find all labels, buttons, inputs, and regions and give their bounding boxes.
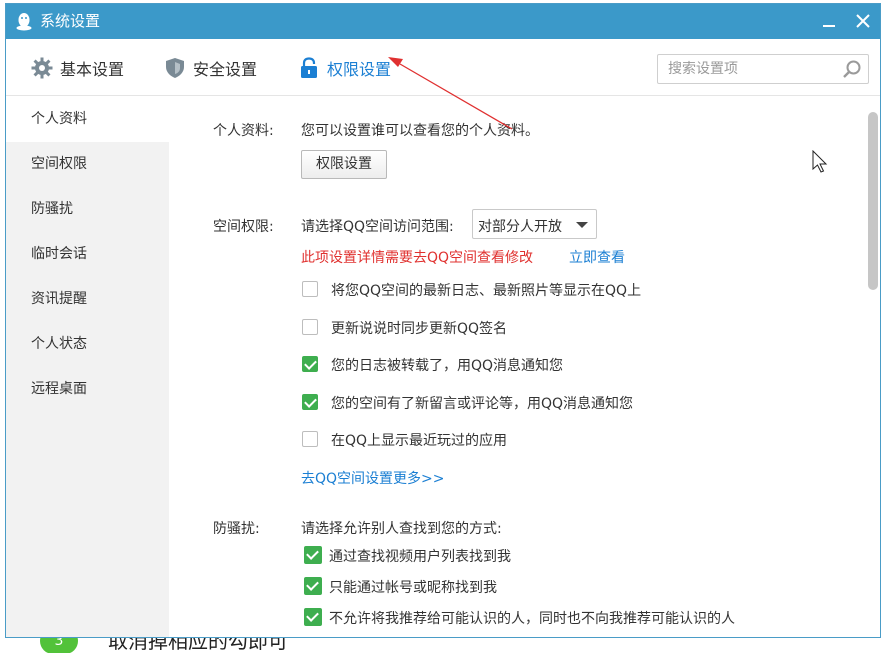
minimize-icon (823, 25, 835, 27)
space-access-select-value: 对部分人开放 (478, 219, 562, 235)
space-option-checkbox-3[interactable] (302, 394, 318, 410)
view-now-link[interactable]: 立即查看 (569, 247, 625, 267)
lock-icon (301, 57, 317, 78)
antiharass-option-label[interactable]: 通过查找视频用户列表找到我 (329, 546, 511, 566)
space-more-link[interactable]: 去QQ空间设置更多>> (301, 468, 445, 488)
antiharass-option-label[interactable]: 不允许将我推荐给可能认识的人，同时也不向我推荐可能认识的人 (329, 608, 735, 628)
sidebar-item-profile[interactable]: 个人资料 (6, 97, 169, 142)
antiharass-option-checkbox-0[interactable] (304, 546, 322, 564)
antiharass-prompt: 请选择允许别人查找到您的方式: (301, 521, 502, 537)
search-box (657, 54, 869, 84)
sidebar-item-remote-desktop[interactable]: 远程桌面 (6, 367, 169, 412)
space-notice: 此项设置详情需要去QQ空间查看修改 (301, 250, 534, 266)
title-bar[interactable]: 系统设置 (6, 4, 880, 39)
tab-label: 安全设置 (193, 60, 258, 79)
sidebar-item-space-permission[interactable]: 空间权限 (6, 142, 169, 187)
sidebar-item-personal-status[interactable]: 个人状态 (6, 322, 169, 367)
settings-toolbar: 基本设置 安全设置 权限设置 (6, 39, 880, 96)
antiharass-option-checkbox-2[interactable] (304, 608, 322, 626)
space-option-label[interactable]: 将您QQ空间的最新日志、最新照片等显示在QQ上 (331, 280, 641, 300)
background-page-strip: 3 取消掉相应的勾即可 (0, 638, 893, 653)
space-option-label[interactable]: 您的空间有了新留言或评论等，用QQ消息通知您 (331, 393, 633, 413)
mouse-cursor-icon (812, 150, 828, 173)
gear-icon (31, 57, 53, 79)
space-access-prompt: 请选择QQ空间访问范围: (301, 219, 454, 235)
search-input[interactable] (658, 55, 836, 83)
minimize-button[interactable] (818, 10, 840, 32)
window-title: 系统设置 (40, 12, 101, 30)
tab-label: 权限设置 (327, 60, 392, 79)
settings-window: 系统设置 基本设置 安全设置 权限设置 搜索设置项 个人资料 空间权限 防骚扰 … (5, 3, 881, 638)
space-section-label: 空间权限: (213, 219, 274, 235)
tab-security-settings[interactable]: 安全设置 (164, 56, 257, 80)
search-icon[interactable] (842, 59, 862, 79)
settings-content: 个人资料: 您可以设置谁可以查看您的个人资料。 权限设置 空间权限: 请选择QQ… (169, 97, 864, 637)
scrollbar-thumb[interactable] (868, 112, 878, 290)
qq-penguin-icon (16, 13, 32, 31)
space-option-checkbox-4[interactable] (302, 431, 318, 447)
space-option-checkbox-1[interactable] (302, 319, 318, 335)
sidebar-item-news-reminder[interactable]: 资讯提醒 (6, 277, 169, 322)
sidebar-item-temp-session[interactable]: 临时会话 (6, 232, 169, 277)
space-option-label[interactable]: 您的日志被转载了，用QQ消息通知您 (331, 355, 563, 375)
space-option-label[interactable]: 更新说说时同步更新QQ签名 (331, 318, 507, 338)
profile-permission-button[interactable]: 权限设置 (301, 150, 387, 179)
profile-section-label: 个人资料: (213, 123, 274, 139)
space-option-checkbox-0[interactable] (302, 281, 318, 297)
step-instruction-text: 取消掉相应的勾即可 (108, 638, 288, 653)
close-icon (856, 14, 870, 28)
profile-description: 您可以设置谁可以查看您的个人资料。 (301, 123, 539, 139)
tab-basic-settings[interactable]: 基本设置 (31, 56, 124, 80)
step-number-badge: 3 (40, 638, 78, 653)
sidebar-item-anti-harassment[interactable]: 防骚扰 (6, 187, 169, 232)
close-button[interactable] (852, 10, 874, 32)
antiharass-option-checkbox-1[interactable] (304, 577, 322, 595)
antiharass-section-label: 防骚扰: (213, 521, 260, 537)
settings-sidebar: 个人资料 空间权限 防骚扰 临时会话 资讯提醒 个人状态 远程桌面 (6, 97, 169, 637)
content-scrollbar[interactable] (864, 97, 880, 637)
antiharass-option-label[interactable]: 只能通过帐号或昵称找到我 (329, 577, 497, 597)
space-option-checkbox-2[interactable] (302, 356, 318, 372)
tab-label: 基本设置 (60, 60, 125, 79)
space-option-label[interactable]: 在QQ上显示最近玩过的应用 (331, 430, 507, 450)
space-access-select[interactable]: 对部分人开放 (472, 209, 597, 239)
tab-permission-settings[interactable]: 权限设置 (298, 56, 391, 80)
shield-icon (166, 58, 184, 78)
chevron-down-icon (576, 222, 588, 228)
